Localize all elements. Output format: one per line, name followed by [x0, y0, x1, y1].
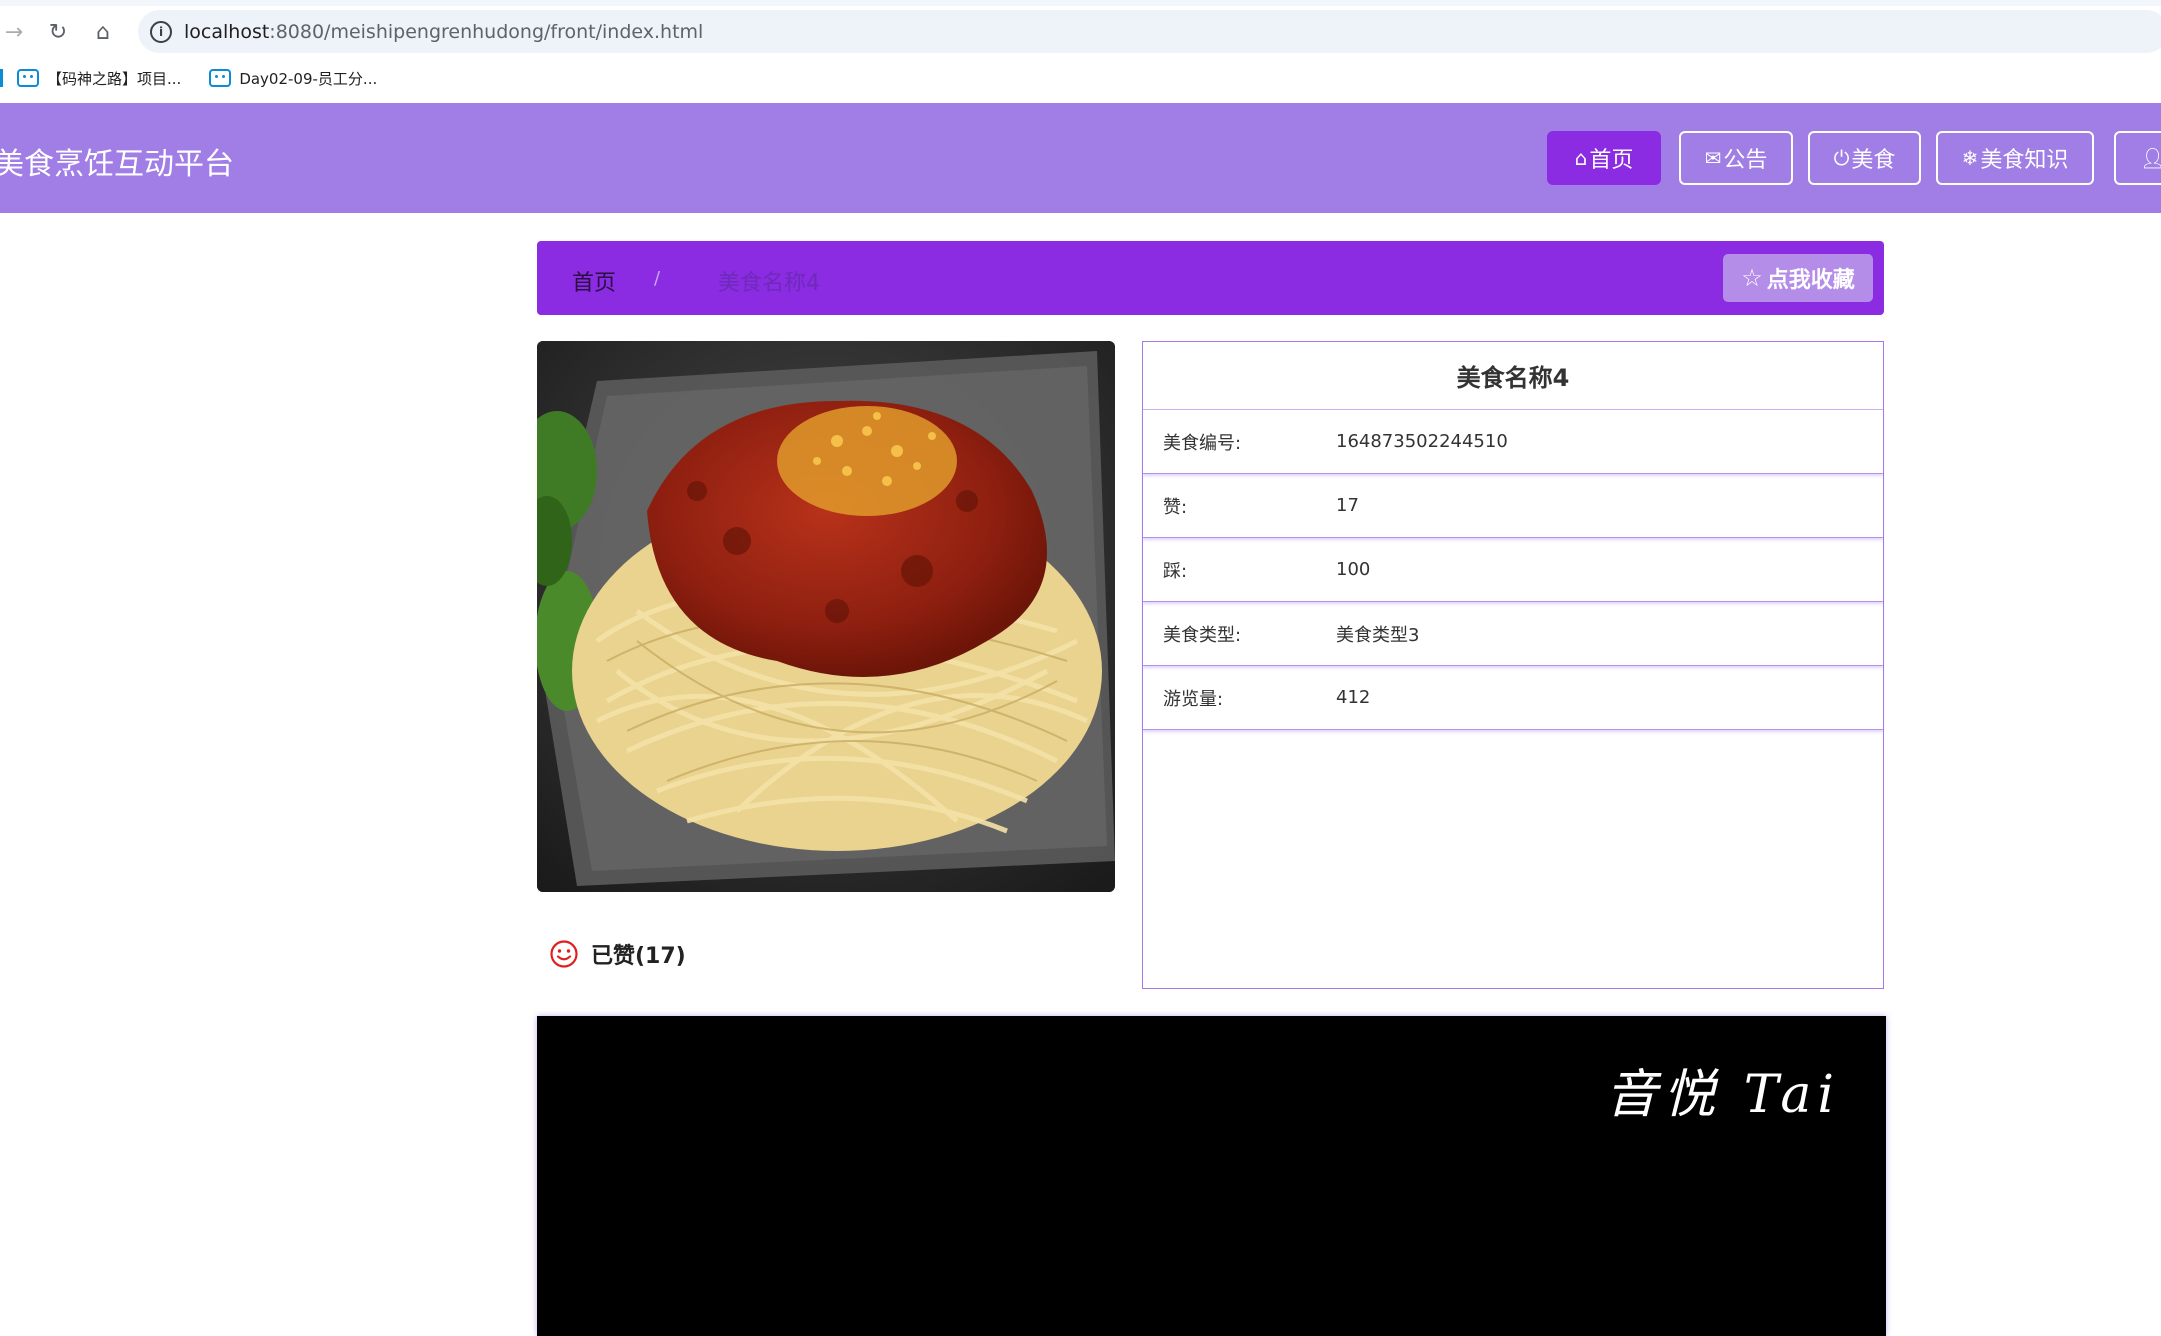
- site-header: 美食烹饪互动平台 ⌂ 首页 ✉ 公告 ⏻ 美食 ❄ 美食知识 👤︎ 个: [0, 103, 2161, 213]
- bookmark-item[interactable]: 【码神之路】项目...: [17, 63, 181, 93]
- food-detail-panel: 美食名称4 美食编号: 164873502244510 赞: 17 踩: 100…: [1142, 341, 1884, 989]
- favorite-button[interactable]: ☆ 点我收藏: [1723, 254, 1873, 302]
- detail-value: 17: [1336, 495, 1359, 516]
- url-host: localhost: [184, 20, 270, 43]
- detail-label: 美食类型:: [1163, 624, 1242, 646]
- nav-label: 美食知识: [1980, 148, 2069, 173]
- detail-row-type: 美食类型: 美食类型3: [1143, 602, 1883, 666]
- breadcrumb-home-link[interactable]: 首页: [572, 265, 616, 297]
- star-icon: ☆: [1741, 264, 1763, 292]
- site-title: 美食烹饪互动平台: [0, 147, 234, 182]
- detail-label: 美食编号:: [1163, 432, 1242, 454]
- smile-icon: [550, 940, 578, 968]
- reload-icon[interactable]: ↻: [44, 18, 72, 46]
- tab-strip: [0, 0, 2161, 6]
- like-label: 已赞(17): [591, 944, 686, 969]
- nav-knowledge-button[interactable]: ❄ 美食知识: [1936, 131, 2094, 185]
- address-bar[interactable]: i localhost:8080/meishipengrenhudong/fro…: [138, 10, 2161, 53]
- home-icon[interactable]: ⌂: [89, 18, 117, 46]
- video-player[interactable]: 音悦 Tai: [537, 1016, 1886, 1336]
- site-info-icon[interactable]: i: [150, 20, 172, 43]
- bilibili-icon: [209, 69, 232, 87]
- nav-label: 首页: [1589, 148, 1634, 173]
- food-title: 美食名称4: [1143, 342, 1883, 410]
- back-arrow-icon[interactable]: →: [0, 18, 28, 46]
- nav-notice-button[interactable]: ✉ 公告: [1679, 131, 1793, 185]
- snowflake-icon: ❄: [1961, 146, 1979, 170]
- detail-label: 赞:: [1163, 496, 1188, 518]
- detail-value: 100: [1336, 559, 1371, 580]
- breadcrumb: 首页 / 美食名称4 ☆ 点我收藏: [537, 241, 1884, 315]
- url-text[interactable]: localhost:8080/meishipengrenhudong/front…: [184, 21, 703, 43]
- bilibili-icon: [17, 69, 39, 87]
- breadcrumb-current: 美食名称4: [718, 271, 820, 296]
- video-watermark: 音悦 Tai: [1605, 1065, 1840, 1125]
- bookmark-item[interactable]: Day02-09-员工分...: [209, 63, 377, 93]
- like-button[interactable]: 已赞(17): [549, 938, 686, 970]
- detail-row-id: 美食编号: 164873502244510: [1143, 410, 1883, 474]
- nav-label: 美食: [1851, 148, 1896, 173]
- mail-icon: ✉: [1704, 146, 1722, 170]
- bookmark-label: Day02-09-员工分...: [239, 69, 378, 88]
- detail-row-views: 游览量: 412: [1143, 666, 1883, 730]
- nav-user-button[interactable]: 👤︎ 个: [2114, 131, 2161, 185]
- favorite-label: 点我收藏: [1766, 267, 1855, 292]
- detail-row-dislikes: 踩: 100: [1143, 538, 1883, 602]
- bookmarks-bar: 【码神之路】项目... Day02-09-员工分...: [0, 63, 405, 93]
- nav-food-button[interactable]: ⏻ 美食: [1808, 131, 1921, 185]
- browser-chrome: → ↻ ⌂ i localhost:8080/meishipengrenhudo…: [0, 0, 2161, 103]
- bookmark-label: 【码神之路】项目...: [47, 69, 182, 88]
- nav-home-button[interactable]: ⌂ 首页: [1547, 131, 1661, 185]
- nav-label: 公告: [1723, 148, 1768, 173]
- home-icon: ⌂: [1574, 146, 1588, 170]
- url-path: :8080/meishipengrenhudong/front/index.ht…: [269, 20, 704, 43]
- breadcrumb-separator: /: [654, 268, 661, 289]
- bookmark-edge: [0, 69, 3, 87]
- detail-label: 游览量:: [1163, 688, 1224, 710]
- food-image: [537, 341, 1115, 892]
- detail-value: 美食类型3: [1336, 624, 1420, 646]
- detail-row-likes: 赞: 17: [1143, 474, 1883, 538]
- power-icon: ⏻: [1833, 146, 1850, 170]
- detail-label: 踩:: [1163, 560, 1188, 582]
- user-icon: 👤︎: [2140, 146, 2161, 170]
- spaghetti-illustration: [537, 341, 1115, 892]
- detail-value: 412: [1336, 687, 1371, 708]
- detail-value: 164873502244510: [1336, 431, 1508, 452]
